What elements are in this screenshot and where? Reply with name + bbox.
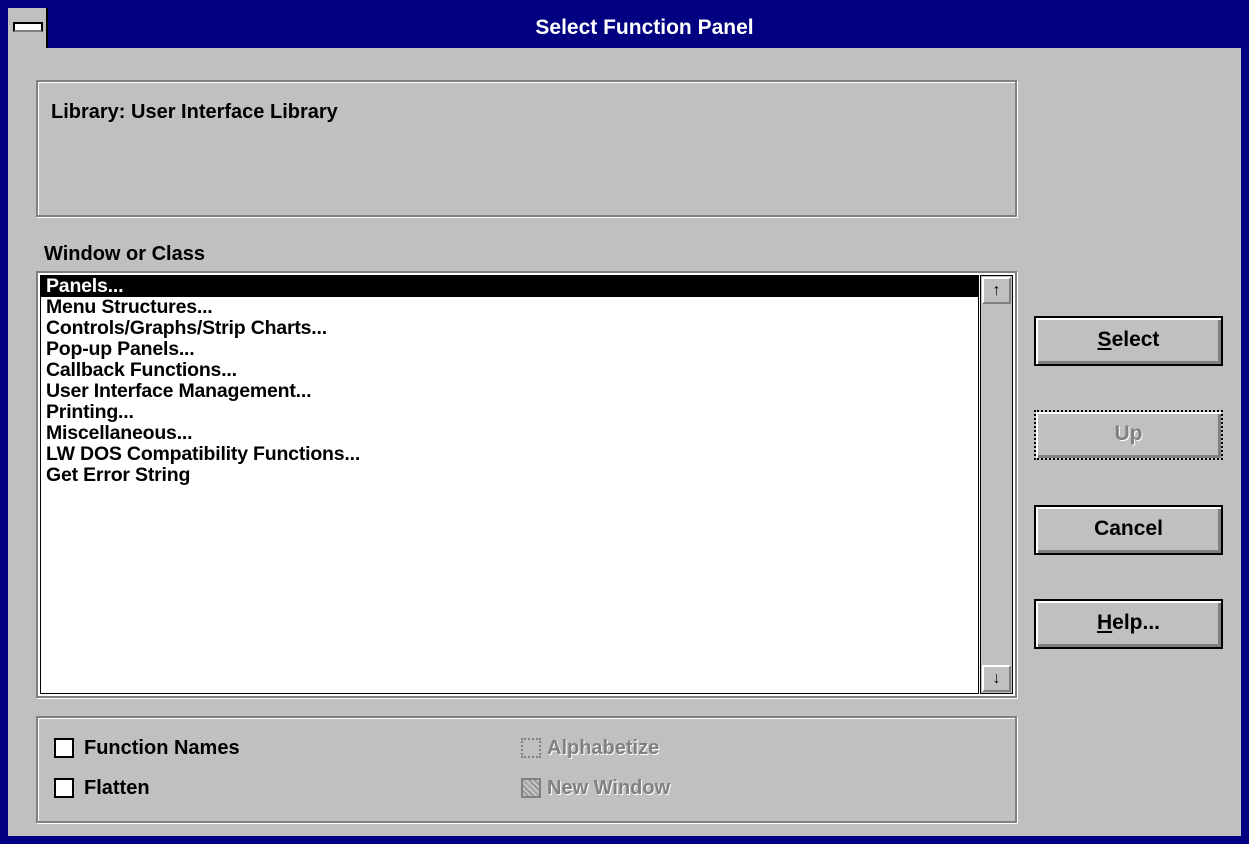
listbox-items: Panels... Menu Structures... Controls/Grap… (40, 275, 979, 694)
select-mnemonic: S (1097, 328, 1112, 351)
alphabetize-label[interactable]: Alphabetize (547, 737, 659, 760)
new-window-label[interactable]: New Window (547, 777, 670, 800)
window-or-class-label: Window or Class (44, 243, 205, 265)
list-item[interactable]: Panels... (41, 276, 978, 297)
function-names-label[interactable]: Function Names (84, 737, 240, 760)
cancel-label: Cancel (1094, 517, 1163, 540)
help-mnemonic: H (1096, 611, 1113, 634)
cancel-button[interactable]: Cancel (1034, 505, 1223, 555)
flatten-checkbox[interactable] (54, 778, 74, 798)
vertical-scrollbar[interactable]: ↑ ↓ (980, 275, 1013, 694)
window-title: Select Function Panel (535, 16, 754, 39)
list-item[interactable]: Miscellaneous... (41, 423, 978, 444)
title-bar: Select Function Panel (8, 8, 1241, 48)
scroll-down-arrow-icon[interactable]: ↓ (982, 665, 1011, 692)
library-label: Library: User Interface Library (51, 101, 338, 123)
list-item[interactable]: Callback Functions... (41, 360, 978, 381)
scroll-up-arrow-icon[interactable]: ↑ (982, 277, 1011, 304)
list-item[interactable]: Menu Structures... (41, 297, 978, 318)
help-button[interactable]: Help... (1034, 599, 1223, 649)
list-item[interactable]: Pop-up Panels... (41, 339, 978, 360)
system-menu-icon[interactable] (8, 8, 48, 48)
list-item[interactable]: Printing... (41, 402, 978, 423)
list-item[interactable]: LW DOS Compatibility Functions... (41, 444, 978, 465)
alphabetize-checkbox[interactable] (521, 738, 541, 758)
list-item[interactable]: Controls/Graphs/Strip Charts... (41, 318, 978, 339)
select-button[interactable]: Select (1034, 316, 1223, 366)
up-label: Up (1114, 422, 1143, 445)
help-label: elp... (1112, 611, 1161, 634)
list-item[interactable]: User Interface Management... (41, 381, 978, 402)
options-groupbox (36, 716, 1017, 823)
up-button[interactable]: Up (1034, 410, 1223, 460)
select-label: elect (1111, 328, 1160, 351)
new-window-checkbox[interactable] (521, 778, 541, 798)
function-names-checkbox[interactable] (54, 738, 74, 758)
list-item[interactable]: Get Error String (41, 465, 978, 486)
flatten-label[interactable]: Flatten (84, 777, 150, 800)
window-or-class-listbox[interactable]: Panels... Menu Structures... Controls/Grap… (36, 271, 1017, 698)
